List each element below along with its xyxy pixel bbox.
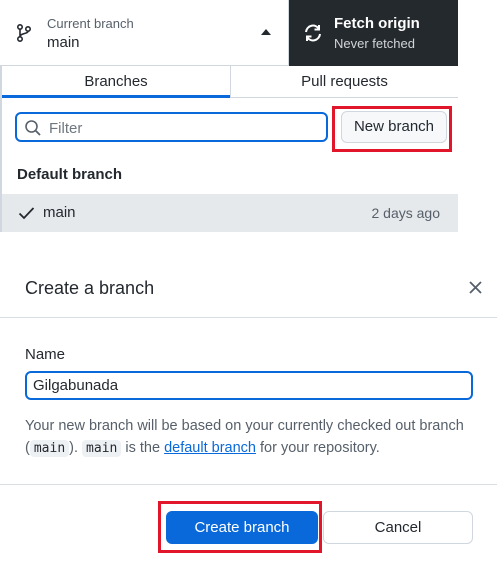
help-text: Your new branch will be based on your cu… (25, 415, 465, 460)
branch-code: main (82, 440, 122, 457)
cancel-button[interactable]: Cancel (323, 511, 473, 544)
fetch-origin-button[interactable]: Fetch origin Never fetched (289, 0, 458, 66)
fetch-status: Never fetched (334, 36, 415, 51)
tab-branches[interactable]: Branches (2, 66, 230, 98)
caret-up-icon (261, 29, 271, 35)
fetch-origin-title: Fetch origin (334, 15, 420, 32)
tab-bar: Branches Pull requests (2, 66, 458, 98)
current-branch-name: main (47, 34, 80, 51)
create-branch-dialog: Create a branch Name Your new branch wil… (0, 257, 497, 575)
search-icon (25, 120, 41, 136)
create-branch-button[interactable]: Create branch (166, 511, 318, 544)
help-text-part: for your repository. (255, 440, 380, 456)
help-text-part: is the (121, 440, 165, 456)
git-branch-icon (16, 23, 32, 43)
filter-input[interactable] (49, 118, 319, 138)
toolbar: Current branch main Fetch origin Never f… (0, 0, 458, 66)
branch-name-input[interactable] (25, 371, 473, 400)
check-icon (18, 207, 35, 220)
current-branch-label: Current branch (47, 16, 134, 31)
dialog-title: Create a branch (25, 278, 155, 298)
new-branch-button[interactable]: New branch (341, 111, 447, 143)
current-branch-button[interactable]: Current branch main (0, 0, 289, 66)
branch-list-item[interactable]: main 2 days ago (2, 194, 458, 232)
default-branch-link[interactable]: default branch (164, 440, 256, 456)
dialog-header: Create a branch (0, 257, 497, 318)
branch-name: main (43, 204, 76, 221)
branch-code: main (29, 440, 70, 457)
default-branch-heading: Default branch (17, 166, 123, 183)
filter-box[interactable] (15, 112, 328, 142)
help-text-part: ). (69, 440, 83, 456)
name-label: Name (25, 346, 66, 363)
close-icon[interactable] (469, 281, 482, 294)
branches-panel: Branches Pull requests New branch Defaul… (0, 66, 458, 232)
tab-pull-requests[interactable]: Pull requests (230, 66, 458, 98)
branch-time: 2 days ago (371, 205, 441, 221)
sync-icon (305, 24, 321, 42)
